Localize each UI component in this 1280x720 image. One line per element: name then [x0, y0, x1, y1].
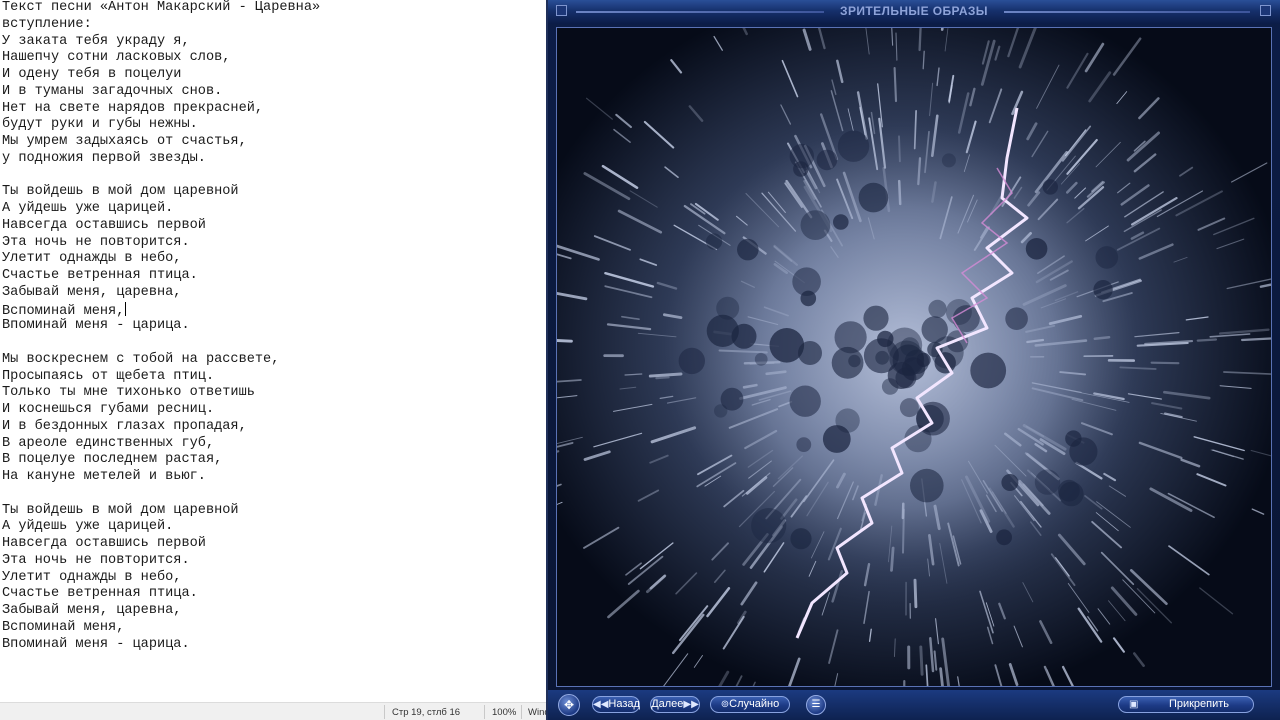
text-line: Забывай меня, царевна, — [2, 603, 182, 618]
text-line: В поцелуе последнем растая, — [2, 452, 223, 468]
text-line: У заката тебя украду я, — [2, 33, 190, 49]
pin-window-icon: ▣ — [1129, 699, 1139, 710]
text-line: Только ты мне тихонько ответишь — [2, 385, 255, 401]
text-line: Текст песни «Антон Макарский - Царевна» — [2, 0, 321, 15]
text-line: А уйдешь уже царицей. — [2, 519, 174, 535]
visualization-window: ЗРИТЕЛЬНЫЕ ОБРАЗЫ ✥ ◀◀Назад Далее▶▶ ⊚Слу… — [546, 0, 1280, 720]
text-line: Мы воскреснем с тобой на рассвете, — [2, 351, 280, 367]
window-title: ЗРИТЕЛЬНЫЕ ОБРАЗЫ — [840, 4, 988, 18]
text-line: Вспоминай меня, — [2, 619, 125, 635]
text-line: Вспоминай меня, — [2, 301, 127, 319]
text-line: Впоминай меня - царица. — [2, 318, 190, 334]
text-line: Нашепчу сотни ласковых слов, — [2, 50, 231, 66]
double-left-arrow-icon: ◀◀ — [593, 699, 609, 710]
next-button[interactable]: Далее▶▶ — [650, 696, 700, 713]
menu-list-icon[interactable]: ☰ — [806, 695, 826, 715]
random-button[interactable]: ⊚Случайно — [710, 696, 790, 713]
text-line: Ты войдешь в мой дом царевной — [2, 184, 239, 200]
text-line: На кануне метелей и вьюг. — [2, 469, 206, 484]
text-line: И коснешься губами ресниц. — [2, 402, 215, 417]
visualization-canvas[interactable] — [556, 27, 1272, 687]
status-zoom: 100% — [492, 707, 517, 718]
status-cursor-position: Стр 19, стлб 16 — [392, 707, 461, 718]
text-line — [2, 335, 320, 352]
text-line: И в туманы загадочных снов. — [2, 83, 223, 99]
text-line: Улетит однажды в небо, — [2, 569, 182, 585]
back-button[interactable]: ◀◀Назад — [592, 696, 640, 713]
text-line: вступление: — [2, 16, 92, 32]
window-title-bar[interactable]: ЗРИТЕЛЬНЫЕ ОБРАЗЫ — [548, 0, 1280, 24]
text-line: Впоминай меня - царица. — [2, 636, 190, 652]
visualization-image — [557, 28, 1271, 686]
lyrics-text[interactable]: Текст песни «Антон Макарский - Царевна» в… — [2, 0, 320, 653]
text-caret — [125, 301, 127, 316]
pin-button[interactable]: ▣ Прикрепить — [1118, 696, 1254, 713]
text-line — [2, 168, 320, 185]
status-separator — [384, 705, 385, 719]
text-line: И одену тебя в поцелуи — [2, 67, 182, 82]
text-line: у подножия первой звезды. — [2, 150, 206, 166]
text-line: Улетит однажды в небо, — [2, 251, 182, 267]
text-line: Ты войдешь в мой дом царевной — [2, 502, 239, 518]
shuffle-icon: ⊚ — [720, 699, 730, 710]
text-line: Счастье ветренная птица. — [2, 268, 198, 283]
text-line: Забывай меня, царевна, — [2, 284, 182, 300]
text-line: И в бездонных глазах пропадая, — [2, 418, 247, 434]
text-line: Навсегда оставшись первой — [2, 536, 206, 551]
move-icon[interactable]: ✥ — [558, 694, 580, 716]
text-line: Нет на свете нарядов прекрасней, — [2, 100, 264, 116]
status-bar: Стр 19, стлб 16 100% Wind — [0, 702, 548, 720]
notepad-window: Текст песни «Антон Макарский - Царевна» в… — [0, 0, 548, 720]
text-line: Эта ночь не повторится. — [2, 552, 190, 568]
visualization-controls: ✥ ◀◀Назад Далее▶▶ ⊚Случайно ☰ ▣ Прикрепит… — [548, 690, 1280, 720]
status-separator — [484, 705, 485, 719]
text-line — [2, 486, 320, 503]
status-separator — [521, 705, 522, 719]
text-editor[interactable]: Текст песни «Антон Макарский - Царевна» в… — [0, 0, 548, 702]
text-line: А уйдешь уже царицей. — [2, 201, 174, 216]
double-right-arrow-icon: ▶▶ — [683, 699, 699, 710]
text-line: Мы умрем задыхаясь от счастья, — [2, 134, 247, 149]
text-line: Навсегда оставшись первой — [2, 217, 206, 233]
text-line: Просыпаясь от щебета птиц. — [2, 368, 215, 384]
text-line: будут руки и губы нежны. — [2, 117, 198, 133]
status-encoding: Wind — [528, 707, 548, 718]
text-line: Эта ночь не повторится. — [2, 234, 190, 250]
text-line: Счастье ветренная птица. — [2, 586, 198, 602]
text-line: В ареоле единственных губ, — [2, 435, 215, 451]
